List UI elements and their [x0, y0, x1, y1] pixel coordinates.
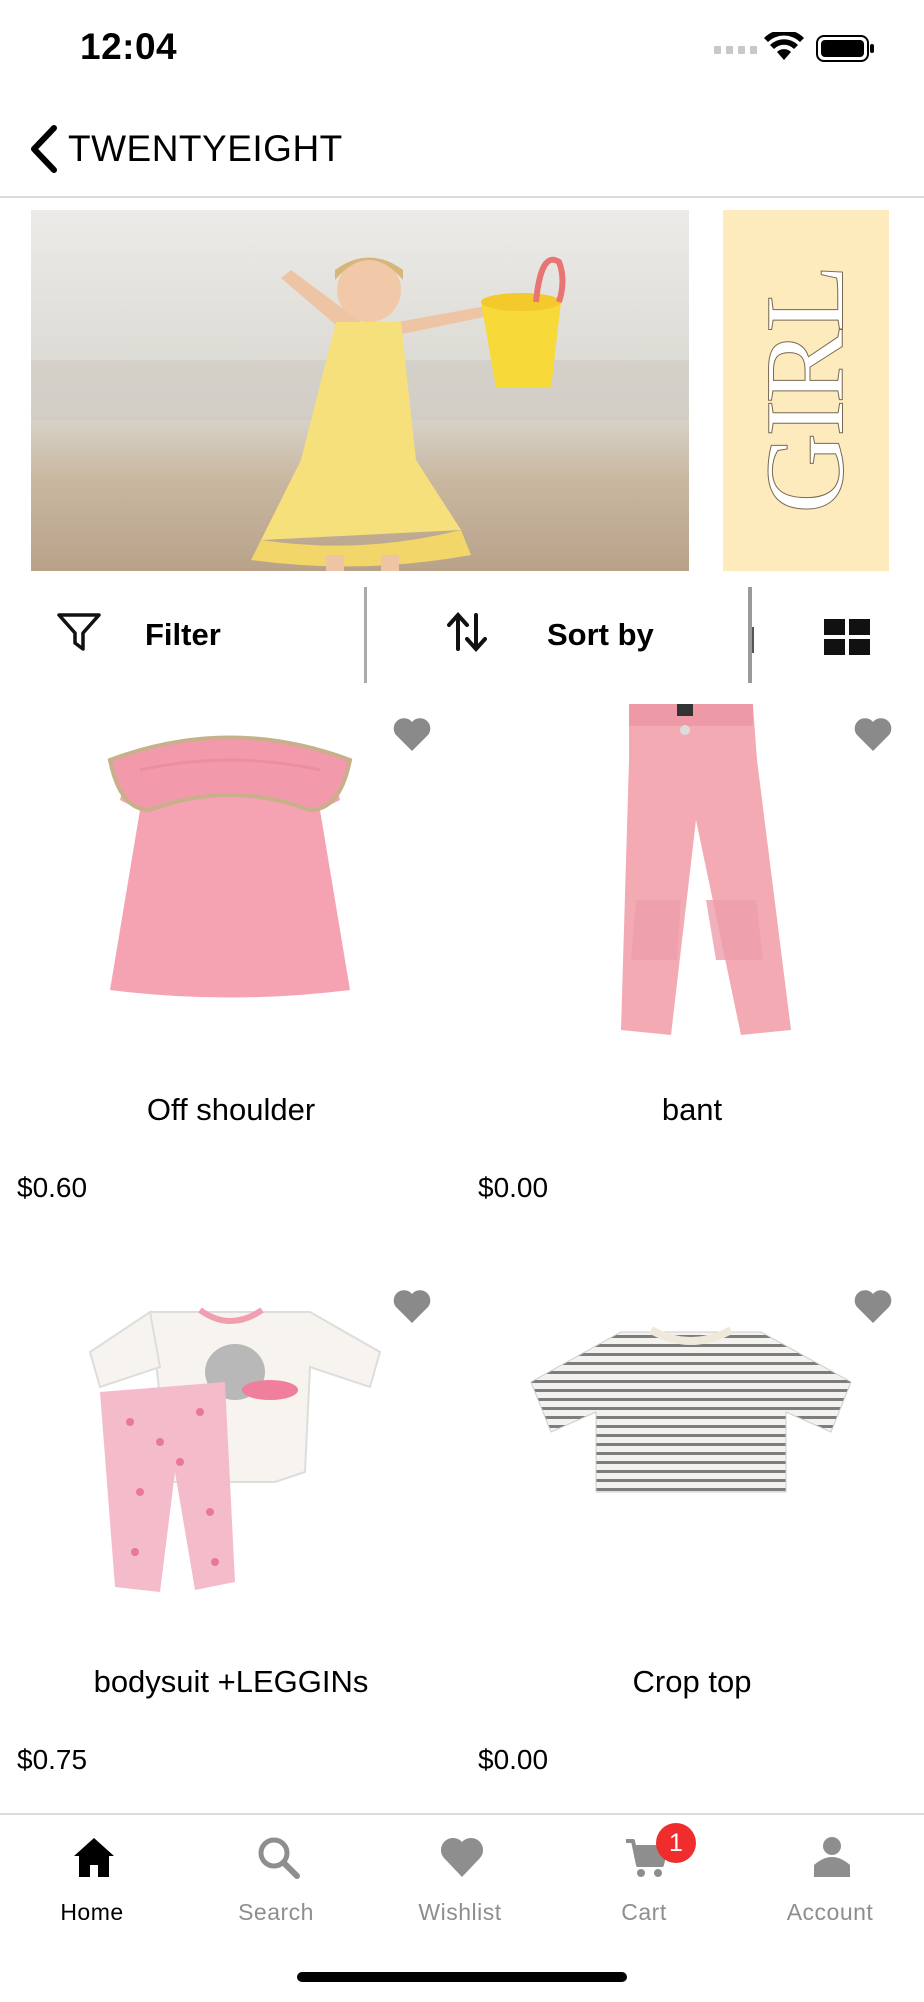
page-title: TWENTYEIGHT — [68, 128, 343, 169]
product-price: $0.75 — [17, 1744, 88, 1775]
product-image — [107, 735, 353, 998]
tab-label: Cart — [621, 1899, 667, 1925]
tab-search[interactable]: Search — [184, 1815, 368, 1935]
tab-label: Search — [238, 1899, 314, 1925]
sort-arrows-icon — [447, 612, 487, 652]
toolbar-divider — [364, 587, 367, 683]
product-name: bodysuit +LEGGINs — [93, 1664, 369, 1699]
product-image — [530, 1326, 852, 1493]
status-bar: 12:04 — [0, 0, 924, 100]
filter-icon — [57, 613, 101, 651]
product-price: $0.60 — [17, 1172, 88, 1203]
girl-beach-photo — [31, 210, 689, 571]
tab-label: Wishlist — [418, 1899, 502, 1925]
heart-icon[interactable] — [853, 716, 893, 752]
sort-label: Sort by — [547, 617, 654, 652]
category-tag-text: GIRL — [743, 267, 868, 514]
grid-view-icon[interactable] — [824, 619, 870, 655]
product-name: Off shoulder — [146, 1092, 316, 1127]
filter-button[interactable]: Filter — [0, 585, 364, 685]
product-price: $0.00 — [478, 1744, 549, 1775]
tab-account[interactable]: Account — [738, 1815, 922, 1935]
product-card[interactable]: bant $0.00 — [461, 690, 923, 1250]
cart-badge: 1 — [656, 1823, 696, 1863]
heart-icon[interactable] — [392, 1288, 432, 1324]
product-card[interactable]: bodysuit +LEGGINs $0.75 — [0, 1262, 462, 1822]
product-name: bant — [661, 1092, 723, 1127]
product-card[interactable]: Crop top $0.00 — [461, 1262, 923, 1822]
back-button[interactable] — [24, 122, 64, 176]
heart-icon[interactable] — [853, 1288, 893, 1324]
wifi-icon — [764, 32, 804, 60]
product-name: Crop top — [632, 1664, 752, 1699]
tab-label: Account — [786, 1899, 874, 1925]
category-tag-banner[interactable]: GIRL — [723, 210, 889, 571]
search-icon — [258, 1837, 300, 1879]
tab-label: Home — [60, 1899, 124, 1925]
home-icon — [74, 1838, 114, 1877]
product-image — [621, 704, 791, 1035]
tab-cart[interactable]: Cart — [552, 1815, 736, 1935]
signal-icon — [714, 46, 757, 54]
filter-label: Filter — [145, 617, 221, 652]
product-card[interactable]: Off shoulder $0.60 — [0, 690, 462, 1250]
tab-home[interactable]: Home — [0, 1815, 184, 1935]
filter-sort-toolbar: Filter Sort by — [0, 585, 924, 685]
product-image — [88, 1307, 382, 1592]
account-icon — [814, 1837, 850, 1877]
tab-wishlist[interactable]: Wishlist — [368, 1815, 552, 1935]
heart-icon — [440, 1837, 484, 1877]
sort-button[interactable]: Sort by — [368, 585, 748, 685]
heart-icon[interactable] — [392, 716, 432, 752]
home-indicator[interactable] — [297, 1972, 627, 1982]
battery-icon — [816, 35, 874, 62]
toolbar-divider — [752, 627, 754, 653]
product-price: $0.00 — [478, 1172, 549, 1203]
nav-header: TWENTYEIGHT — [0, 108, 924, 198]
status-time: 12:04 — [80, 26, 178, 67]
banner-image[interactable] — [31, 210, 689, 571]
